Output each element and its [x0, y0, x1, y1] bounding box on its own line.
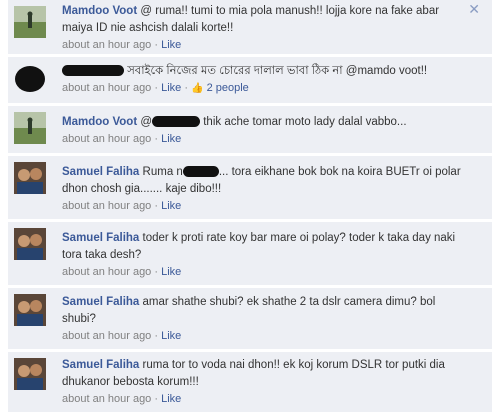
redacted-avatar[interactable]	[14, 63, 46, 95]
comment-item: Samuel Faliha Ruma n... tora eikhane bok…	[8, 156, 492, 220]
comment-body: সবাইকে নিজের মত চোরের দালাল ভাবা ঠিক না …	[62, 63, 468, 97]
redacted-mention	[152, 116, 201, 128]
comment-text-prefix: Ruma n	[139, 166, 183, 178]
meta-separator: ·	[151, 393, 162, 405]
comment-time[interactable]: about an hour ago	[62, 330, 151, 342]
comment-meta: about an hour ago · Like	[62, 391, 468, 408]
comment-time[interactable]: about an hour ago	[62, 133, 151, 145]
comment-author[interactable]: Samuel Faliha	[62, 359, 139, 371]
comment-author[interactable]: Mamdoo Voot	[62, 116, 137, 128]
people-avatar[interactable]	[14, 162, 46, 194]
comment-author[interactable]: Samuel Faliha	[62, 296, 139, 308]
like-link[interactable]: Like	[161, 266, 181, 278]
meta-separator: ·	[151, 82, 162, 94]
comment-body: Samuel Faliha Ruma n... tora eikhane bok…	[62, 164, 468, 215]
comment-time[interactable]: about an hour ago	[62, 200, 151, 212]
people-avatar[interactable]	[14, 294, 46, 326]
meta-separator: ·	[151, 39, 162, 51]
comment-body: Samuel Faliha amar shathe shubi? ek shat…	[62, 294, 468, 345]
comment-author[interactable]: Samuel Faliha	[62, 166, 139, 178]
comment-feed: Mamdoo Voot @ ruma!! tumi to mia pola ma…	[0, 0, 492, 413]
comment-author[interactable]: Samuel Faliha	[62, 232, 139, 244]
comment-text: thik ache tomar moto lady dalal vabbo...	[200, 116, 407, 128]
comment-item: Samuel Faliha amar shathe shubi? ek shat…	[8, 288, 492, 350]
comment-meta: about an hour ago · Like	[62, 131, 468, 148]
comment-meta: about an hour ago · Like	[62, 37, 468, 54]
comment-text: সবাইকে নিজের মত চোরের দালাল ভাবা ঠিক না …	[124, 65, 428, 77]
comment-time[interactable]: about an hour ago	[62, 82, 151, 94]
redacted-author-name	[62, 65, 124, 77]
like-link[interactable]: Like	[161, 133, 181, 145]
comment-time[interactable]: about an hour ago	[62, 393, 151, 405]
comment-author[interactable]: Mamdoo Voot	[62, 5, 137, 17]
comment-item: সবাইকে নিজের মত চোরের দালাল ভাবা ঠিক না …	[8, 57, 492, 104]
thumbs-up-icon: 👍	[191, 83, 204, 94]
landscape-avatar[interactable]	[14, 112, 46, 144]
comment-meta: about an hour ago · Like	[62, 328, 468, 345]
meta-separator: ·	[151, 133, 162, 145]
comment-item: Samuel Faliha ruma tor to voda nai dhon!…	[8, 352, 492, 413]
comment-text-prefix: @	[137, 116, 153, 128]
comment-item: Samuel Faliha toder k proti rate koy bar…	[8, 222, 492, 286]
meta-separator: ·	[151, 330, 162, 342]
comment-body: Mamdoo Voot @ ruma!! tumi to mia pola ma…	[62, 3, 468, 54]
comment-body: Samuel Faliha ruma tor to voda nai dhon!…	[62, 357, 468, 408]
like-link[interactable]: Like	[161, 39, 181, 51]
comment-body: Mamdoo Voot @ thik ache tomar moto lady …	[62, 114, 468, 148]
comment-body: Samuel Faliha toder k proti rate koy bar…	[62, 230, 468, 281]
comment-item: Mamdoo Voot @ ruma!! tumi to mia pola ma…	[8, 0, 492, 55]
close-icon[interactable]: ✕	[468, 1, 480, 18]
people-avatar[interactable]	[14, 358, 46, 390]
redacted-mention	[182, 166, 219, 178]
meta-separator: ·	[151, 200, 162, 212]
like-link[interactable]: Like	[161, 200, 181, 212]
like-count-link[interactable]: 2 people	[207, 82, 249, 94]
comment-item: Mamdoo Voot @ thik ache tomar moto lady …	[8, 106, 492, 154]
meta-separator: ·	[181, 82, 192, 94]
like-link[interactable]: Like	[161, 393, 181, 405]
comment-time[interactable]: about an hour ago	[62, 266, 151, 278]
meta-separator: ·	[151, 266, 162, 278]
comment-time[interactable]: about an hour ago	[62, 39, 151, 51]
landscape-avatar[interactable]	[14, 6, 46, 38]
people-avatar[interactable]	[14, 228, 46, 260]
comment-meta: about an hour ago · Like · 👍 2 people	[62, 80, 468, 97]
comment-meta: about an hour ago · Like	[62, 264, 468, 281]
like-link[interactable]: Like	[161, 82, 181, 94]
like-link[interactable]: Like	[161, 330, 181, 342]
comment-meta: about an hour ago · Like	[62, 198, 468, 215]
